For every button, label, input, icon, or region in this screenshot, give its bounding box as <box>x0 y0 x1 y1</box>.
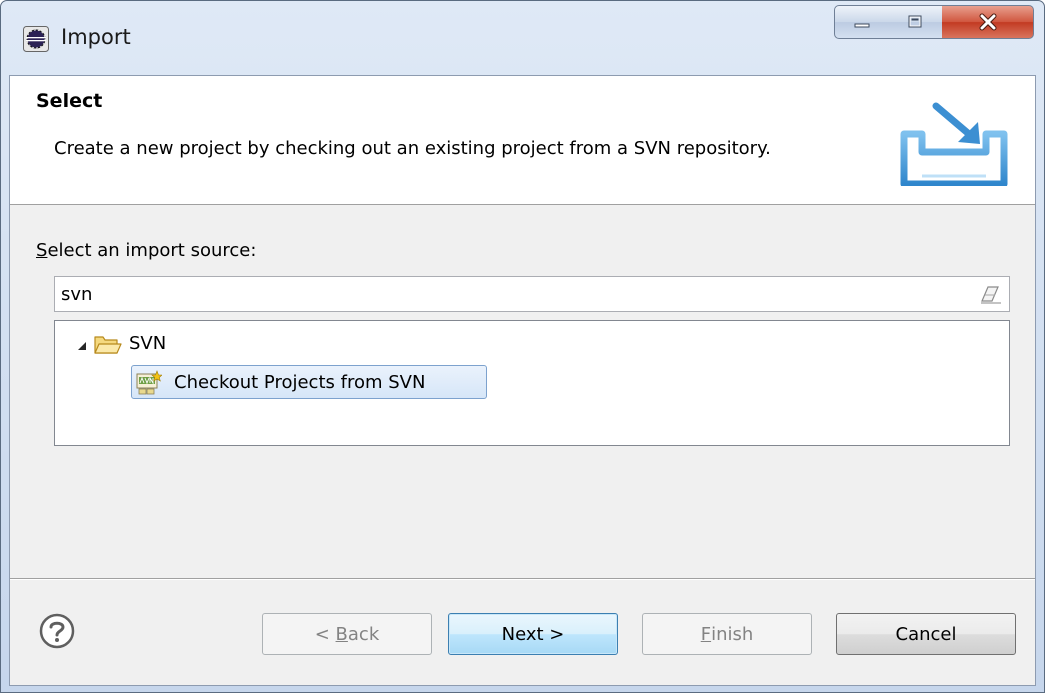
footer-separator <box>10 578 1035 580</box>
svn-checkout-icon <box>136 370 162 395</box>
maximize-button[interactable] <box>888 5 943 39</box>
tree-item-checkout-projects[interactable]: Checkout Projects from SVN <box>131 365 487 399</box>
filter-input[interactable] <box>54 276 1010 312</box>
expanded-triangle-icon[interactable] <box>77 341 87 351</box>
back-mnemonic: B <box>335 623 348 645</box>
eraser-icon[interactable] <box>980 283 1002 305</box>
cancel-button[interactable]: Cancel <box>836 613 1016 655</box>
label-mnemonic: S <box>36 240 48 261</box>
finish-text: inish <box>711 623 754 645</box>
label-text: elect an import source: <box>47 240 257 261</box>
minimize-icon <box>854 23 869 28</box>
back-prefix: < <box>314 623 336 645</box>
import-source-tree[interactable]: SVN Checkout Projects from SVN <box>54 320 1010 446</box>
finish-mnemonic: F <box>700 623 712 645</box>
help-icon[interactable] <box>38 612 76 650</box>
dialog-content: Select Create a new project by checking … <box>9 75 1036 686</box>
tree-item-label: Checkout Projects from SVN <box>174 372 426 393</box>
next-button[interactable]: Next > <box>448 613 618 655</box>
import-source-label: Select an import source: <box>36 240 256 261</box>
import-dialog: Import Select Create a new project by ch… <box>0 0 1045 693</box>
cancel-text: Cancel <box>895 623 957 645</box>
close-icon <box>979 13 996 31</box>
back-button[interactable]: < Back <box>262 613 432 655</box>
page-description: Create a new project by checking out an … <box>54 138 771 159</box>
folder-open-icon <box>94 336 122 354</box>
tree-group-svn[interactable]: SVN <box>129 333 166 354</box>
window-controls <box>834 5 1036 43</box>
finish-button[interactable]: Finish <box>642 613 812 655</box>
maximize-icon <box>908 15 922 28</box>
close-button[interactable] <box>942 5 1034 39</box>
window-title: Import <box>61 25 131 49</box>
minimize-button[interactable] <box>834 5 889 39</box>
eclipse-icon <box>23 26 49 52</box>
back-text: ack <box>347 623 380 645</box>
wizard-banner: Select Create a new project by checking … <box>10 76 1035 205</box>
import-wizard-icon <box>900 102 1008 186</box>
page-title: Select <box>36 90 103 112</box>
next-text: Next > <box>501 623 565 645</box>
title-bar[interactable]: Import <box>1 1 1044 75</box>
